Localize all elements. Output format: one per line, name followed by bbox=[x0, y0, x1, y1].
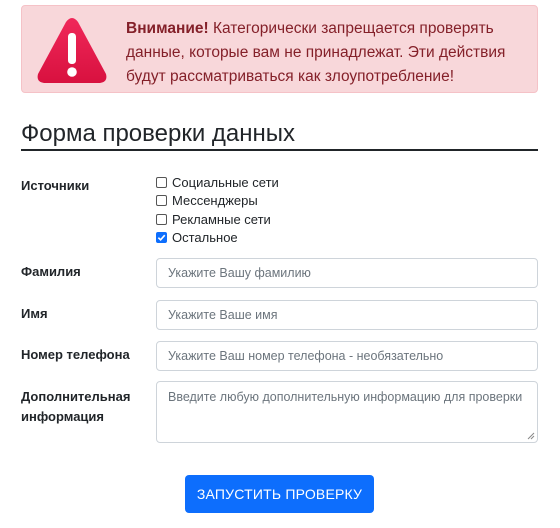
alert-message: Внимание! Категорически запрещается пров… bbox=[126, 17, 526, 89]
checkbox-box[interactable] bbox=[156, 176, 167, 188]
alert-strong: Внимание! bbox=[126, 20, 209, 37]
textarea-placeholder: Введите любую дополнительную информацию … bbox=[168, 390, 523, 404]
name-label: Имя bbox=[21, 306, 48, 321]
resize-handle-icon[interactable] bbox=[527, 432, 535, 440]
checkbox-label: Остальное bbox=[172, 230, 238, 246]
extra-info-textarea[interactable]: Введите любую дополнительную информацию … bbox=[156, 381, 538, 443]
form-title: Форма проверки данных bbox=[21, 120, 538, 151]
sources-label: Источники bbox=[21, 178, 90, 193]
checkbox-label: Социальные сети bbox=[172, 174, 279, 190]
checkbox-messengers[interactable]: Мессенджеры bbox=[156, 192, 279, 211]
checkbox-social-networks[interactable]: Социальные сети bbox=[156, 173, 279, 192]
phone-label: Номер телефона bbox=[21, 347, 130, 362]
warning-triangle-icon bbox=[37, 18, 107, 83]
checkbox-box[interactable] bbox=[156, 213, 167, 225]
surname-label: Фамилия bbox=[21, 264, 81, 279]
phone-input[interactable]: Укажите Ваш номер телефона - необязатель… bbox=[156, 341, 538, 371]
checkbox-box[interactable] bbox=[156, 195, 167, 207]
name-input[interactable]: Укажите Ваше имя bbox=[156, 300, 538, 330]
warning-alert: Внимание! Категорически запрещается пров… bbox=[21, 5, 538, 93]
alert-line-1: Категорически запрещается проверять bbox=[208, 20, 494, 37]
surname-input[interactable]: Укажите Вашу фамилию bbox=[156, 258, 538, 288]
checkbox-label: Мессенджеры bbox=[172, 193, 258, 209]
alert-line-2: данные, которые вам не принадлежат. Эти … bbox=[126, 44, 506, 61]
checkmark-icon bbox=[157, 234, 166, 242]
sources-checkbox-group: Социальные сети Мессенджеры Рекламные се… bbox=[156, 173, 279, 247]
checkbox-label: Рекламные сети bbox=[172, 211, 271, 227]
extra-info-label: Дополнительная информация bbox=[21, 387, 130, 427]
checkbox-ad-networks[interactable]: Рекламные сети bbox=[156, 210, 279, 229]
checkbox-other[interactable]: Остальное bbox=[156, 229, 279, 248]
extra-info-label-line-2: информация bbox=[21, 409, 105, 424]
extra-info-label-line-1: Дополнительная bbox=[21, 389, 131, 404]
start-check-button[interactable]: ЗАПУСТИТЬ ПРОВЕРКУ bbox=[185, 475, 374, 513]
checkbox-box-checked[interactable] bbox=[156, 232, 167, 244]
alert-line-3: будут рассматриваться как злоупотреблени… bbox=[126, 68, 454, 85]
